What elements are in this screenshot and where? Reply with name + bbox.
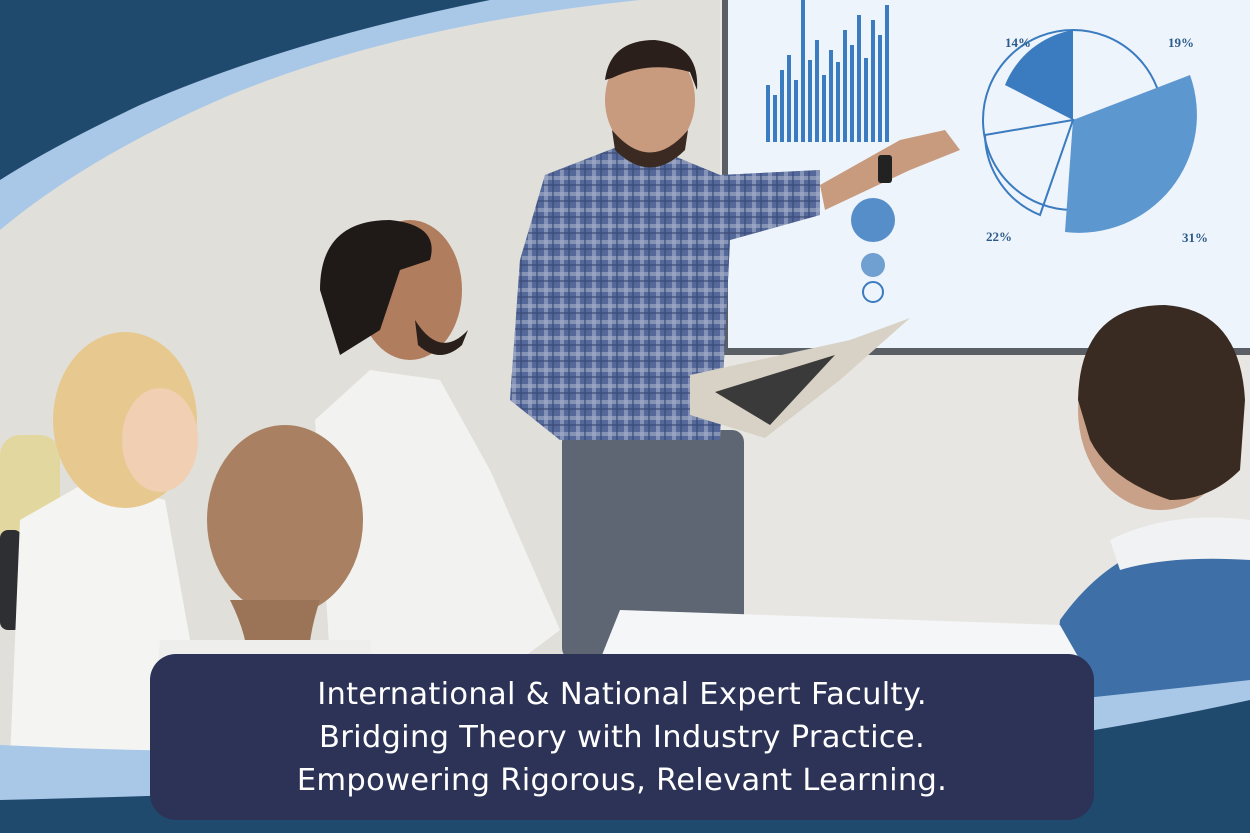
caption-line-2: Bridging Theory with Industry Practice. — [319, 719, 925, 755]
chart-label-22: 22% — [986, 229, 1012, 244]
chart-label-14: 14% — [1005, 35, 1031, 50]
chart-label-19: 19% — [1168, 35, 1194, 50]
chart-label-31: 31% — [1182, 230, 1208, 245]
caption-line-3: Empowering Rigorous, Relevant Learning. — [296, 762, 948, 798]
caption-line-1: International & National Expert Faculty. — [317, 676, 927, 712]
caption-banner: International & National Expert Faculty.… — [150, 654, 1094, 820]
